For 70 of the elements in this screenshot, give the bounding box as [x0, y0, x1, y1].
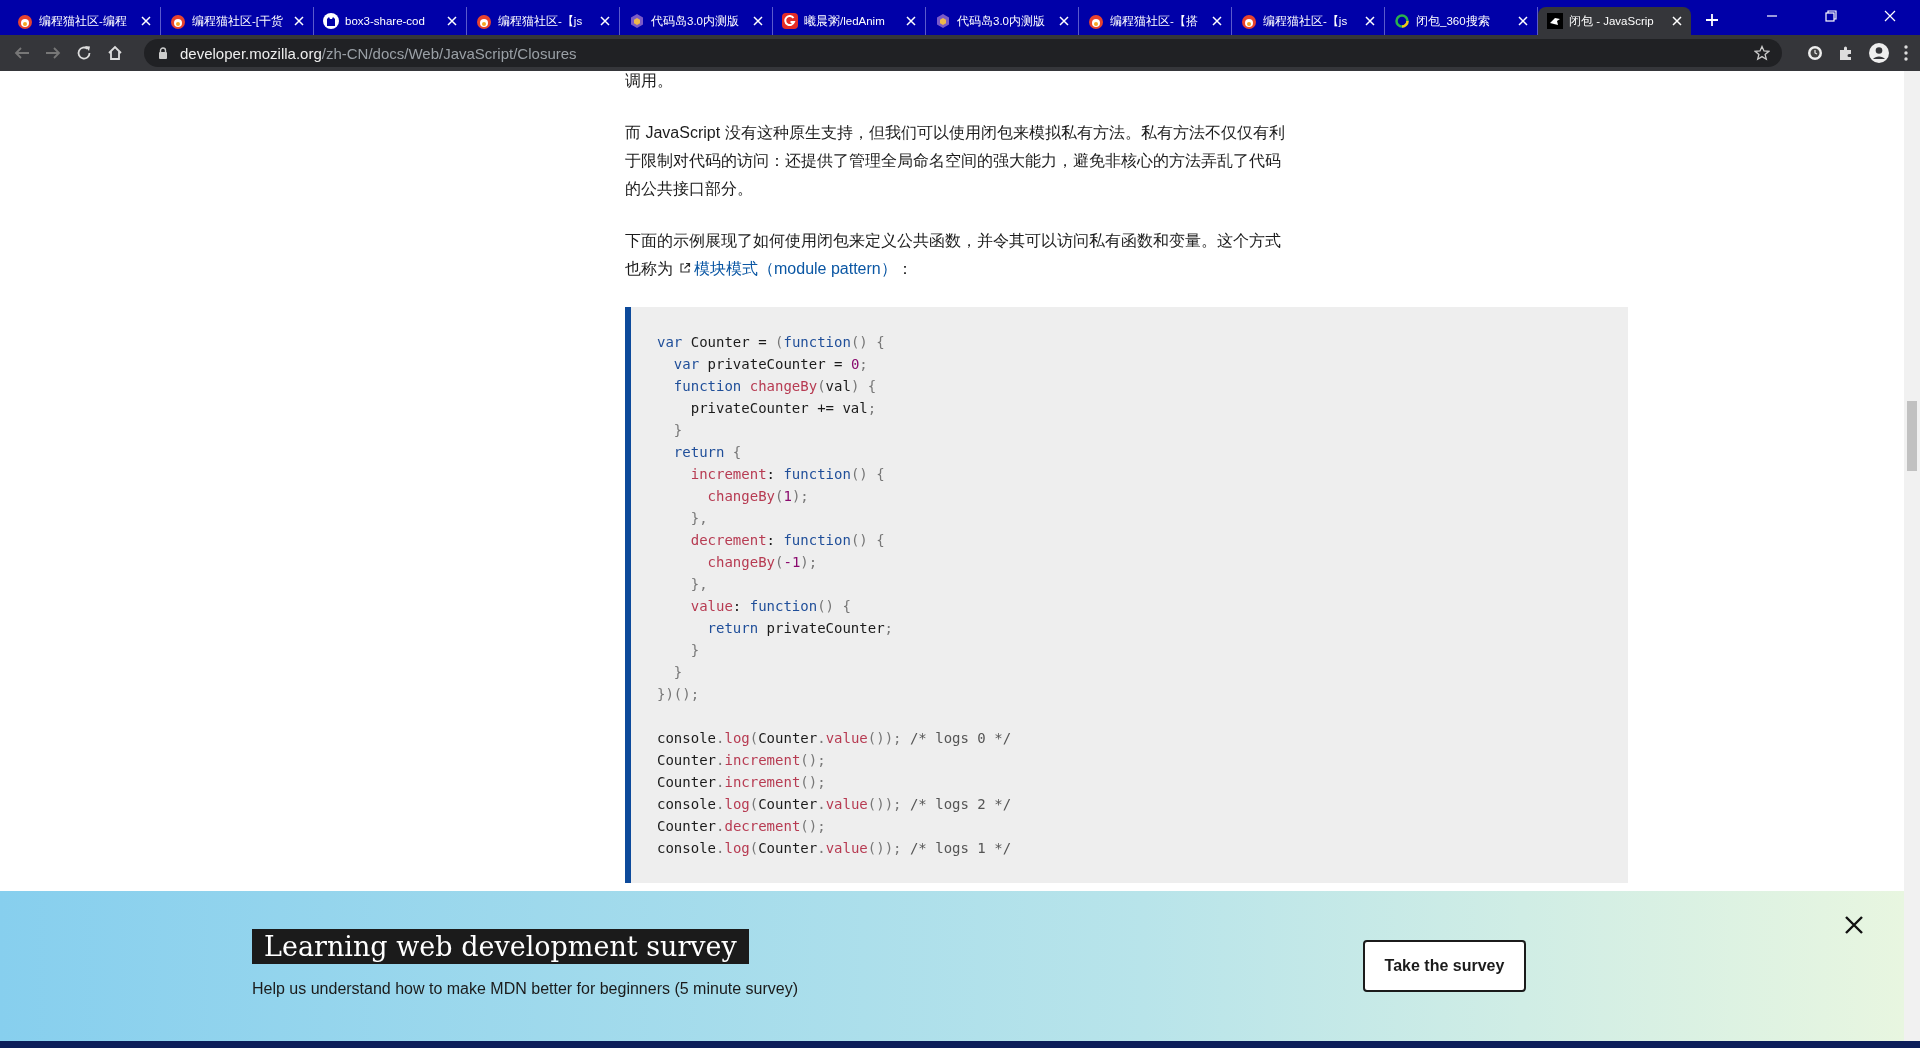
- home-icon[interactable]: [107, 45, 123, 61]
- restore-icon[interactable]: [1825, 10, 1837, 22]
- mascot-icon: [17, 13, 33, 29]
- tab-title: 曦晨粥/ledAnim: [804, 13, 886, 29]
- mascot-icon: [1088, 13, 1104, 29]
- octocat-icon: [323, 13, 339, 29]
- plus-icon[interactable]: [1705, 13, 1719, 27]
- menu-icon[interactable]: [1904, 45, 1908, 61]
- code-line: var privateCounter = 0;: [672, 355, 868, 374]
- tab-title: 代码岛3.0内测版: [957, 13, 1046, 29]
- code-line: },: [689, 509, 708, 528]
- forward-arrow-icon[interactable]: [45, 45, 61, 61]
- tab-title: box3-share-cod: [345, 15, 426, 27]
- tab-title: 编程猫社区-【js: [498, 13, 584, 29]
- g-logo-icon: [782, 13, 798, 29]
- code-line: console.log(Counter.value()); /* logs 2 */: [657, 795, 1012, 814]
- browser-tab[interactable]: 闭包 - JavaScrip: [1538, 7, 1691, 35]
- code-line: }: [689, 641, 700, 660]
- scrollbar-thumb[interactable]: [1907, 401, 1917, 471]
- tab-title: 编程猫社区-[干货: [192, 13, 285, 29]
- survey-description: Help us understand how to make MDN better for beginners (5 minute survey): [252, 979, 799, 998]
- paragraph: 而 JavaScript 没有这种原生支持，但我们可以使用闭包来模拟私有方法。私有方法不仅仅有利于限制对代码的访问：还提供了管理全局命名空间的强大能力，避免非核心的方法弄乱了代码的公共接口部分。: [625, 123, 1285, 199]
- back-arrow-icon[interactable]: [14, 45, 30, 61]
- code-line: privateCounter += val;: [689, 399, 877, 418]
- code-line: },: [689, 575, 708, 594]
- tab-title: 闭包_360搜索: [1416, 13, 1491, 29]
- code-line: })();: [657, 685, 700, 704]
- puzzle-icon[interactable]: [1838, 45, 1854, 61]
- code-line: decrement: function() {: [689, 531, 885, 550]
- code-line: function changeBy(val) {: [672, 377, 877, 396]
- code-line: changeBy(-1);: [706, 553, 818, 572]
- avatar-icon[interactable]: [1869, 43, 1889, 63]
- tab-title: 编程猫社区-【js: [1263, 13, 1349, 29]
- url-text: developer.mozilla.org/zh-CN/docs/Web/JavaScript/Closures: [180, 44, 577, 62]
- code-line: }: [672, 421, 683, 440]
- tab-title: 编程猫社区-【搭: [1110, 13, 1199, 29]
- link[interactable]: 模块模式（module pattern）: [694, 260, 897, 277]
- paragraph: 下面的示例展现了如何使用闭包来定义公共函数，并令其可以访问私有函数和变量。这个方式也称为 模块模式（module pattern）：: [625, 231, 1282, 279]
- code-line: }: [672, 663, 683, 682]
- code-line: var Counter = (function() {: [657, 333, 885, 352]
- code-line: return {: [672, 443, 742, 462]
- code-line: return privateCounter;: [706, 619, 894, 638]
- survey-title: Learning web development survey: [252, 928, 749, 964]
- lock-icon: [158, 47, 168, 59]
- mascot-icon: [170, 13, 186, 29]
- code-line: Counter.decrement();: [657, 817, 826, 836]
- code-line: value: function() {: [689, 597, 851, 616]
- hexagon-icon: [935, 13, 951, 29]
- code-line: Counter.increment();: [657, 751, 826, 770]
- take-survey-button[interactable]: Take the survey: [1363, 940, 1526, 992]
- close-icon[interactable]: [1844, 915, 1864, 935]
- tab-title: 闭包 - JavaScrip: [1569, 13, 1655, 29]
- mascot-icon: [1241, 13, 1257, 29]
- code-line: Counter.increment();: [657, 773, 826, 792]
- paragraph: 调用。: [625, 71, 674, 91]
- ring-icon: [1394, 13, 1410, 29]
- code-line: console.log(Counter.value()); /* logs 1 */: [657, 839, 1012, 858]
- mascot-icon: [476, 13, 492, 29]
- code-line: changeBy(1);: [706, 487, 809, 506]
- mdn-icon: [1547, 13, 1563, 29]
- tab-title: 编程猫社区-编程: [39, 13, 128, 29]
- reload-icon[interactable]: [76, 45, 92, 61]
- hexagon-icon: [629, 13, 645, 29]
- tab-title: 代码岛3.0内测版: [651, 13, 740, 29]
- external-link-icon: [679, 262, 691, 274]
- address-bar[interactable]: developer.mozilla.org/zh-CN/docs/Web/JavaScript/Closures: [144, 39, 1782, 67]
- star-icon[interactable]: [1754, 45, 1770, 61]
- code-line: increment: function() {: [689, 465, 885, 484]
- timer-icon[interactable]: [1807, 45, 1823, 61]
- code-line: console.log(Counter.value()); /* logs 0 */: [657, 729, 1012, 748]
